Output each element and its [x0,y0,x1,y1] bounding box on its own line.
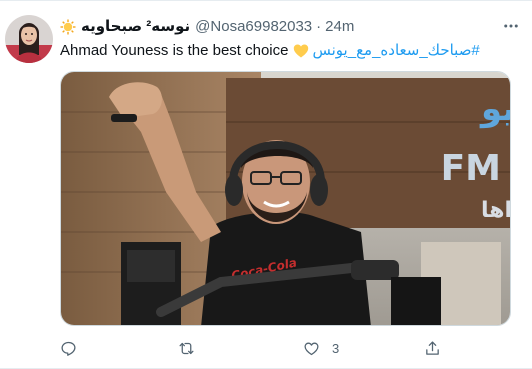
like-count: 3 [332,340,340,356]
yellow-heart-icon [293,43,309,59]
sign-text-top: الراديو [479,89,511,129]
media-image: الراديو FM هواها [61,72,511,325]
action-bar: 3 [60,337,460,359]
retweet-button[interactable] [178,337,207,359]
more-icon [504,24,518,28]
like-button[interactable]: 3 [303,337,339,359]
timestamp[interactable]: 24m [325,17,354,37]
user-handle[interactable]: @Nosa69982033 [195,17,312,37]
tweet-card[interactable]: نوسه² صبحاويه @Nosa69982033 · 24m Ahmad … [0,0,532,369]
avatar[interactable] [5,15,53,63]
tweet-header: نوسه² صبحاويه @Nosa69982033 · 24m [60,17,500,37]
share-button[interactable] [424,337,441,359]
more-button[interactable] [498,15,524,37]
share-icon [426,340,439,355]
tweet-text: Ahmad Youness is the best choice #صباحك_… [60,41,520,61]
sign-text-fm: FM [441,148,501,189]
hashtag-link[interactable]: #صباحك_سعاده_مع_يونس [313,41,480,61]
like-icon [304,342,319,355]
sun-emoji-icon [60,19,76,35]
display-name[interactable]: نوسه² صبحاويه [81,17,190,37]
tweet-text-main: Ahmad Youness is the best choice [60,42,289,59]
tweet-media[interactable]: الراديو FM هواها [60,71,511,326]
retweet-icon [179,342,194,354]
sign-text-bottom: هواها [481,198,511,223]
reply-icon [61,341,76,356]
reply-button[interactable] [60,337,89,359]
avatar-image [5,15,53,63]
separator-dot: · [316,18,322,35]
